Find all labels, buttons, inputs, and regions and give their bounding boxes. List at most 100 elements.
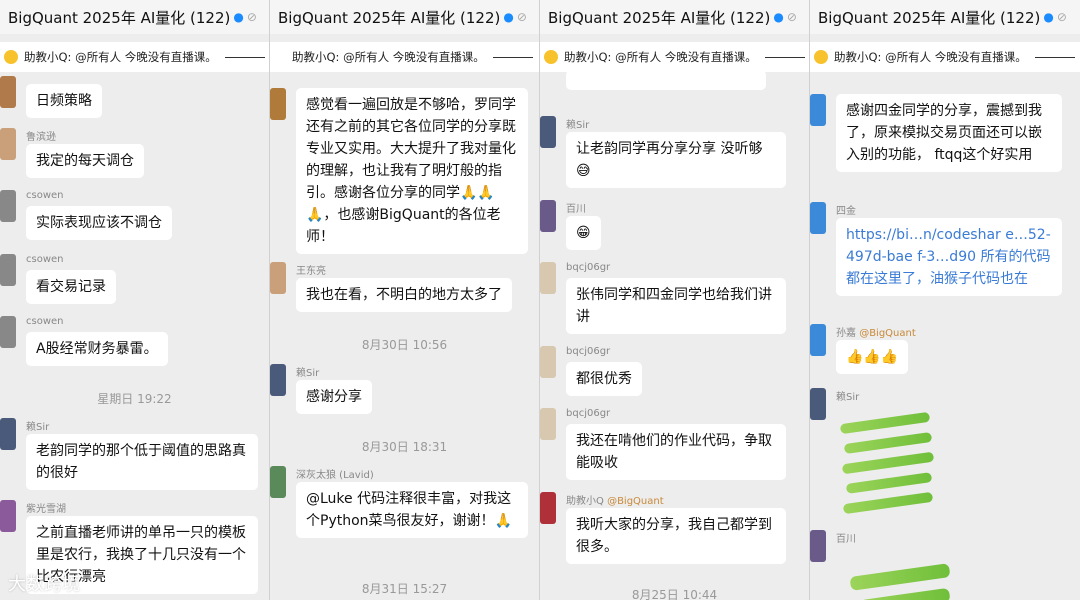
divider-line [1034, 56, 1075, 58]
sender-name: 赖Sir [566, 120, 590, 131]
message-bubble[interactable]: 👍👍👍 [836, 340, 909, 374]
chat-title: BigQuant 2025年 AI量化 (122) [548, 8, 771, 27]
avatar[interactable] [0, 418, 16, 450]
message-bubble[interactable]: 张伟同学和四金同学也给我们讲讲 [566, 278, 786, 334]
message-bubble[interactable]: 我听大家的分享，我自己都学到很多。 [566, 508, 786, 564]
message-bubble[interactable]: A股经常财务暴雷。 [26, 332, 168, 366]
timestamp: 8月30日 10:56 [361, 338, 448, 352]
mute-bell-icon: ⊘ [246, 10, 257, 24]
avatar[interactable] [0, 254, 16, 286]
group-chat-icon: ● [1043, 10, 1054, 24]
sender-name: 深灰太狼 (Lavid) [296, 470, 374, 481]
chat-header[interactable]: BigQuant 2025年 AI量化 (122) ● ⊘ [810, 0, 1080, 34]
chat-header[interactable]: BigQuant 2025年 AI量化 (122) ● ⊘ [0, 0, 269, 34]
message-bubble[interactable]: 我也在看，不明白的地方太多了 [296, 278, 512, 312]
pinned-notice[interactable]: 助教小Q: @所有人 今晚没有直播课。 [810, 42, 1080, 72]
timestamp: 星期日 19:22 [97, 392, 172, 406]
sender-name: csowen [26, 190, 64, 201]
timestamp: 8月30日 18:31 [361, 440, 448, 454]
sender-name: bqcj06gr [566, 408, 611, 419]
avatar[interactable] [270, 466, 286, 498]
message-bubble[interactable]: @Luke 代码注释很丰富，对我这个Python菜鸟很友好，谢谢！🙏 [296, 482, 528, 538]
mute-bell-icon: ⊘ [516, 10, 527, 24]
pinned-notice[interactable]: 助教小Q: @所有人 今晚没有直播课。 [270, 42, 539, 72]
message-bubble[interactable]: 我定的每天调仓 [26, 144, 144, 178]
avatar[interactable] [0, 128, 16, 160]
sender-name: 紫光雪湖 [26, 504, 66, 515]
chat-panel-1: BigQuant 2025年 AI量化 (122) ● ⊘ 助教小Q: @所有人… [0, 0, 270, 600]
group-chat-icon: ● [503, 10, 514, 24]
avatar[interactable] [540, 262, 556, 294]
chat-header[interactable]: BigQuant 2025年 AI量化 (122) ● ⊘ [270, 0, 539, 34]
pinned-text: 助教小Q: @所有人 今晚没有直播课。 [564, 50, 757, 64]
avatar[interactable] [270, 88, 286, 120]
avatar[interactable] [810, 324, 826, 356]
message-bubble[interactable]: 日频策略 [26, 84, 102, 118]
divider-line [492, 56, 533, 58]
sticker-image[interactable] [839, 408, 950, 518]
sender-name-text: 孙嘉 [836, 328, 856, 339]
avatar[interactable] [540, 200, 556, 232]
avatar[interactable] [270, 262, 286, 294]
avatar[interactable] [540, 492, 556, 524]
chat-title: BigQuant 2025年 AI量化 (122) [8, 8, 231, 27]
sender-name: 鲁滨逊 [26, 132, 56, 143]
chat-panel-2: BigQuant 2025年 AI量化 (122) ● ⊘ 助教小Q: @所有人… [270, 0, 540, 600]
sender-name: 赖Sir [296, 368, 320, 379]
chat-title: BigQuant 2025年 AI量化 (122) [818, 8, 1041, 27]
avatar[interactable] [540, 408, 556, 440]
chat-title: BigQuant 2025年 AI量化 (122) [278, 8, 501, 27]
timestamp: 8月31日 15:27 [361, 582, 448, 596]
avatar[interactable] [0, 500, 16, 532]
mention: @BigQuant [859, 328, 916, 339]
sender-name: bqcj06gr [566, 346, 611, 357]
group-chat-icon: ● [233, 10, 244, 24]
chat-header[interactable]: BigQuant 2025年 AI量化 (122) ● ⊘ [540, 0, 809, 34]
message-bubble[interactable]: 我还在啃他们的作业代码，争取能吸收 [566, 424, 786, 480]
sender-name: 百川 [836, 534, 856, 545]
sender-name: csowen [26, 316, 64, 327]
avatar[interactable] [270, 364, 286, 396]
message-bubble[interactable]: 老韵同学的那个低于阈值的思路真的很好 [26, 434, 258, 490]
mute-bell-icon: ⊘ [786, 10, 797, 24]
message-bubble[interactable]: 让老韵同学再分享分享 没听够😅 [566, 132, 786, 188]
message-bubble[interactable]: 😁 [566, 216, 601, 250]
avatar[interactable] [540, 346, 556, 378]
avatar[interactable] [0, 190, 16, 222]
message-bubble[interactable]: 感谢分享 [296, 380, 372, 414]
avatar[interactable] [810, 530, 826, 562]
avatar[interactable] [810, 202, 826, 234]
mention: @BigQuant [607, 496, 664, 507]
sender-name-text: 助教小Q [566, 496, 604, 507]
sender-name: 赖Sir [836, 392, 860, 403]
watermark-logo: 大数跨境 [8, 574, 80, 595]
chat-panel-3: BigQuant 2025年 AI量化 (122) ● ⊘ 助教小Q: @所有人… [540, 0, 810, 600]
sender-name: 赖Sir [26, 422, 50, 433]
avatar[interactable] [810, 388, 826, 420]
message-bubble[interactable] [566, 70, 766, 90]
pinned-text: 助教小Q: @所有人 今晚没有直播课。 [292, 50, 485, 64]
avatar[interactable] [0, 316, 16, 348]
sender-name: 助教小Q @BigQuant [566, 492, 664, 507]
pinned-notice[interactable]: 助教小Q: @所有人 今晚没有直播课。 [0, 42, 269, 72]
timestamp: 8月25日 10:44 [631, 588, 718, 600]
bulb-icon [4, 50, 18, 64]
bulb-icon [544, 50, 558, 64]
message-bubble[interactable]: 都很优秀 [566, 362, 642, 396]
chat-panel-4: BigQuant 2025年 AI量化 (122) ● ⊘ 助教小Q: @所有人… [810, 0, 1080, 600]
message-bubble[interactable]: 看交易记录 [26, 270, 116, 304]
pinned-notice[interactable]: 助教小Q: @所有人 今晚没有直播课。 [540, 42, 809, 72]
pinned-text: 助教小Q: @所有人 今晚没有直播课。 [834, 50, 1027, 64]
message-bubble[interactable]: https://bi…n/codeshar e…52-497d-bae f-3…… [836, 218, 1062, 296]
message-bubble[interactable]: 感谢四金同学的分享，震撼到我了，原来模拟交易页面还可以嵌入别的功能， ftqq这… [836, 94, 1062, 172]
sender-name: 王东亮 [296, 266, 326, 277]
mute-bell-icon: ⊘ [1056, 10, 1067, 24]
message-bubble[interactable]: 实际表现应该不调仓 [26, 206, 172, 240]
message-bubble[interactable]: 感觉看一遍回放是不够哈，罗同学还有之前的其它各位同学的分享既专业又实用。大大提升… [296, 88, 528, 254]
sticker-image[interactable] [840, 550, 951, 600]
avatar[interactable] [810, 94, 826, 126]
avatar[interactable] [0, 76, 16, 108]
sender-name: csowen [26, 254, 64, 265]
avatar[interactable] [540, 116, 556, 148]
bulb-icon [814, 50, 828, 64]
